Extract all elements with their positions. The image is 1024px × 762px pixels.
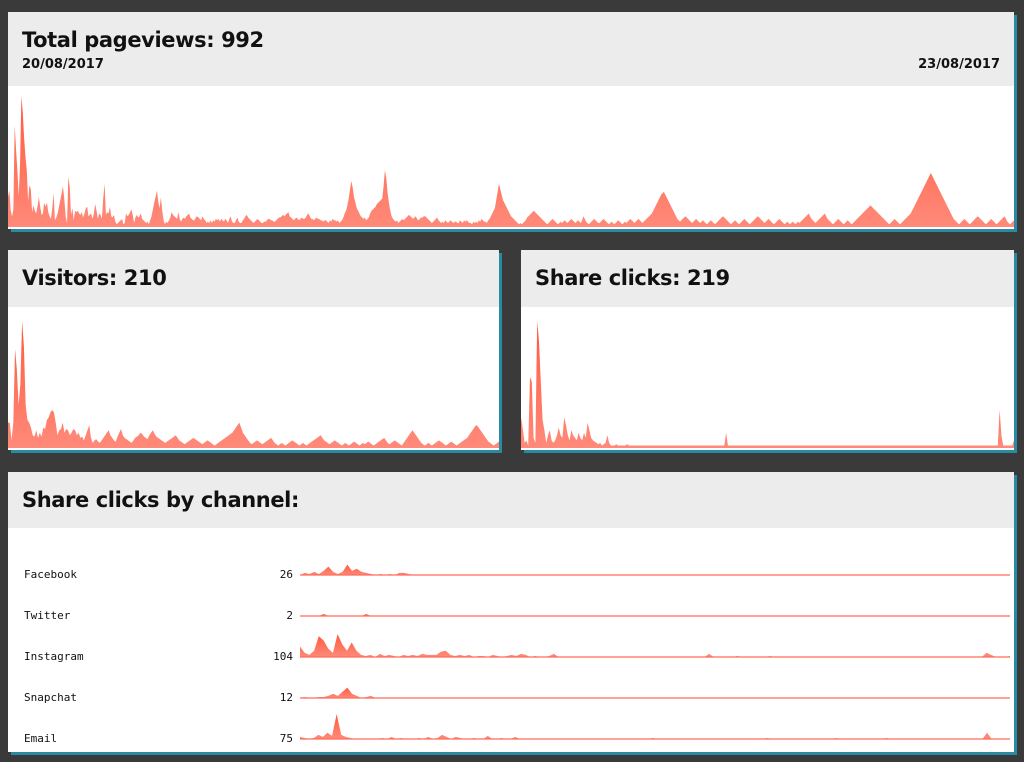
channel-row-instagram: Instagram 104 <box>8 630 1014 666</box>
channel-count: 104 <box>273 650 293 663</box>
share-clicks-header: Share clicks: 219 <box>521 250 1014 307</box>
channel-row-email: Email 75 <box>8 712 1014 748</box>
pageviews-header: Total pageviews: 992 20/08/2017 23/08/20… <box>8 12 1014 86</box>
pageviews-panel: Total pageviews: 992 20/08/2017 23/08/20… <box>8 12 1014 229</box>
start-date: 20/08/2017 <box>22 57 104 72</box>
channel-name: Facebook <box>24 568 77 581</box>
end-date: 23/08/2017 <box>918 57 1000 72</box>
visitors-title: Visitors: 210 <box>22 266 167 290</box>
visitors-area-chart <box>8 321 499 448</box>
channel-row-twitter: Twitter 2 <box>8 589 1014 625</box>
facebook-area <box>300 564 1010 575</box>
visitors-header: Visitors: 210 <box>8 250 499 307</box>
channel-name: Instagram <box>24 650 84 663</box>
channel-count: 26 <box>279 568 293 581</box>
channel-header: Share clicks by channel: <box>8 472 1014 528</box>
facebook-sparkline <box>300 564 1010 576</box>
email-sparkline <box>300 714 1010 740</box>
channel-name: Twitter <box>24 609 71 622</box>
channel-name: Email <box>24 732 58 745</box>
channel-row-snapchat: Snapchat 12 <box>8 671 1014 707</box>
channel-name: Snapchat <box>24 691 77 704</box>
pageviews-area <box>8 96 1014 227</box>
instagram-area <box>300 634 1010 657</box>
channel-panel: Share clicks by channel: Facebook 26 Twi… <box>8 472 1014 752</box>
visitors-panel: Visitors: 210 <box>8 250 499 450</box>
pageviews-title: Total pageviews: 992 <box>22 28 264 52</box>
pageviews-area-chart <box>8 96 1014 227</box>
snapchat-sparkline <box>300 687 1010 699</box>
snapchat-area <box>300 687 1010 698</box>
twitter-sparkline <box>300 613 1010 617</box>
channel-count: 75 <box>279 732 293 745</box>
share-clicks-title: Share clicks: 219 <box>535 266 730 290</box>
channel-row-facebook: Facebook 26 <box>8 548 1014 584</box>
share-clicks-area <box>521 321 1014 448</box>
share-clicks-panel: Share clicks: 219 <box>521 250 1014 450</box>
channel-count: 2 <box>286 609 293 622</box>
channel-title: Share clicks by channel: <box>22 488 299 512</box>
email-area <box>300 714 1010 739</box>
channel-count: 12 <box>279 691 293 704</box>
share-clicks-area-chart <box>521 321 1014 448</box>
visitors-area <box>8 321 499 448</box>
instagram-sparkline <box>300 634 1010 658</box>
